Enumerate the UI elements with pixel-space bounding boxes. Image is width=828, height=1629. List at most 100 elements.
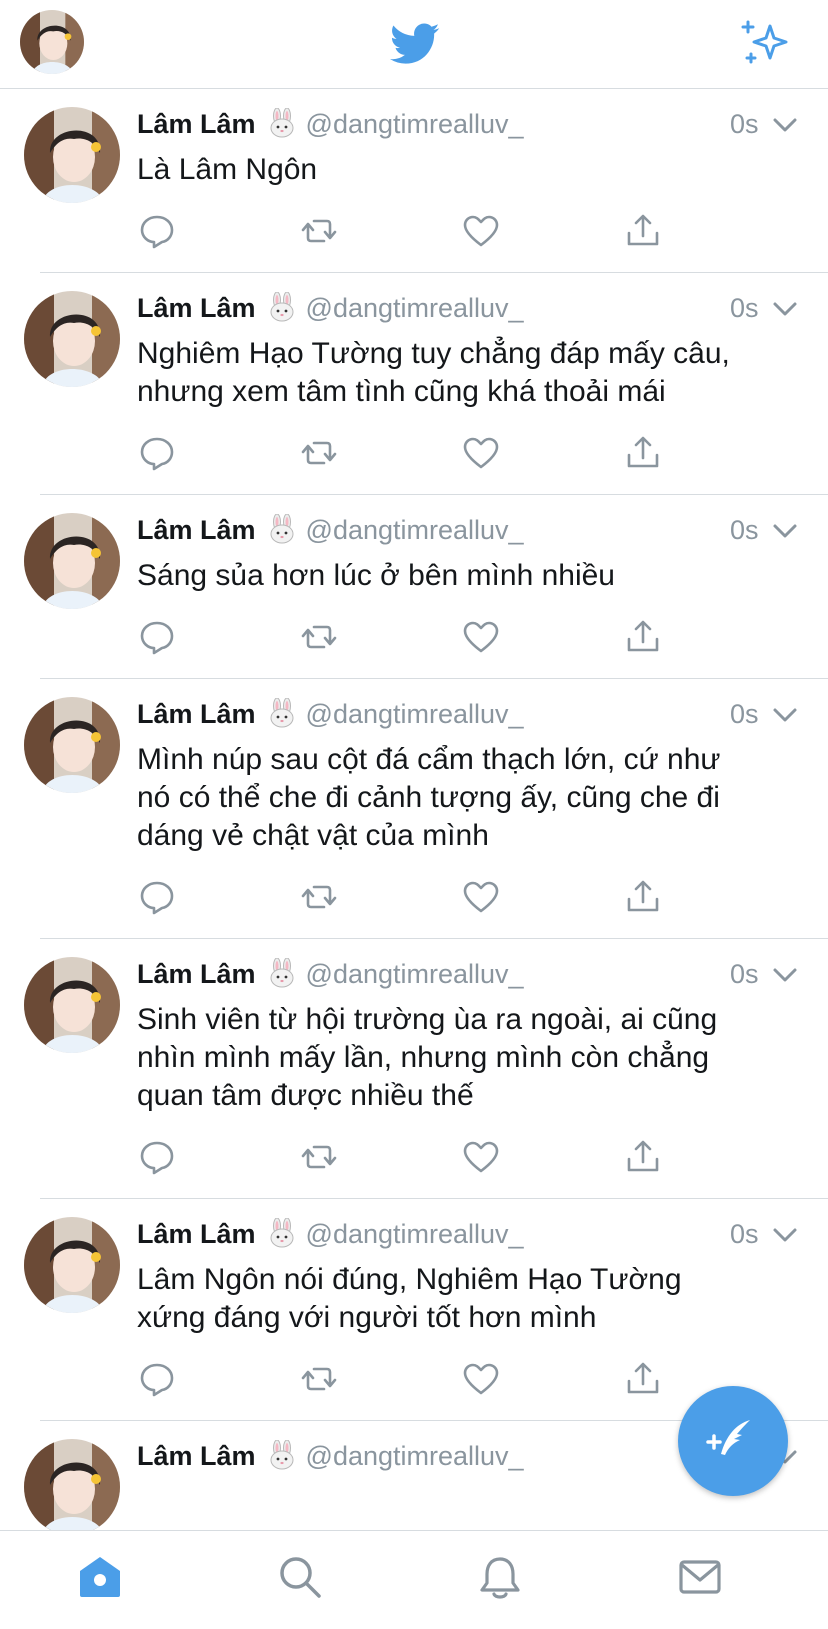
tweet-text-line: nhưng xem tâm tình cũng khá thoải mái [137, 375, 666, 408]
author-avatar[interactable] [24, 1217, 120, 1313]
author-handle[interactable]: @dangtimrealluv_ [306, 959, 524, 989]
author-handle[interactable]: @dangtimrealluv_ [306, 515, 524, 545]
author-avatar[interactable] [24, 697, 120, 793]
tweet-text-line: Là Lâm Ngôn [137, 153, 318, 186]
sparkle-icon[interactable] [740, 18, 790, 68]
author-name[interactable]: Lâm Lâm [137, 1441, 256, 1471]
tweet-header: Lâm Lâm @dangtimrealluv_ [137, 1217, 787, 1251]
tweet-actions [137, 1137, 697, 1177]
chevron-down-icon[interactable] [772, 705, 798, 725]
tweet-timestamp: 0s [730, 699, 759, 729]
bunny-face-emoji [266, 291, 298, 322]
share-icon[interactable] [623, 1137, 663, 1177]
retweet-icon[interactable] [299, 1137, 339, 1177]
reply-icon[interactable] [137, 1359, 177, 1399]
retweet-icon[interactable] [299, 1359, 339, 1399]
tweet[interactable]: Lâm Lâm @dangtimrealluv_ 0s Mình núp sau cộ… [0, 679, 828, 939]
like-icon[interactable] [461, 211, 501, 251]
chevron-down-icon[interactable] [772, 1225, 798, 1245]
author-handle[interactable]: @dangtimrealluv_ [306, 1219, 524, 1249]
share-icon[interactable] [623, 433, 663, 473]
timeline-feed: Lâm Lâm @dangtimrealluv_ 0s Là Lâm Ngôn Lâm … [0, 89, 828, 1530]
tweet-actions [137, 617, 697, 657]
author-name[interactable]: Lâm Lâm [137, 293, 256, 323]
like-icon[interactable] [461, 1137, 501, 1177]
share-icon[interactable] [623, 617, 663, 657]
twitter-bird-icon[interactable] [386, 18, 444, 68]
author-handle[interactable]: @dangtimrealluv_ [306, 109, 524, 139]
tweet-text: Sáng sủa hơn lúc ở bên mình nhiều [137, 557, 797, 595]
reply-icon[interactable] [137, 1137, 177, 1177]
tweet[interactable]: Lâm Lâm @dangtimrealluv_ 0s Lâm Ngôn nói đú… [0, 1199, 828, 1421]
tweet-text-line: nhìn mình mấy lần, nhưng mình còn chẳng [137, 1041, 710, 1074]
tweet-actions [137, 877, 697, 917]
retweet-icon[interactable] [299, 617, 339, 657]
tweet-actions [137, 211, 697, 251]
share-icon[interactable] [623, 1359, 663, 1399]
top-bar [0, 0, 828, 89]
chevron-down-icon[interactable] [772, 115, 798, 135]
bunny-face-emoji [266, 1439, 298, 1470]
notifications-icon[interactable] [476, 1553, 524, 1601]
reply-icon[interactable] [137, 211, 177, 251]
tweet-actions [137, 1359, 697, 1399]
tweet-text-line: Nghiêm Hạo Tường tuy chẳng đáp mấy câu, [137, 337, 730, 370]
tweet-timestamp: 0s [730, 1219, 759, 1249]
author-handle[interactable]: @dangtimrealluv_ [306, 1441, 524, 1471]
compose-tweet-button[interactable] [678, 1386, 788, 1496]
author-name[interactable]: Lâm Lâm [137, 515, 256, 545]
tweet-text: Mình núp sau cột đá cẩm thạch lớn, cứ nh… [137, 741, 797, 855]
tweet-header: Lâm Lâm @dangtimrealluv_ [137, 291, 787, 325]
author-avatar[interactable] [24, 291, 120, 387]
author-name[interactable]: Lâm Lâm [137, 1219, 256, 1249]
reply-icon[interactable] [137, 433, 177, 473]
share-icon[interactable] [623, 877, 663, 917]
tweet-text-line: quan tâm được nhiều thế [137, 1079, 474, 1112]
tweet-text: Lâm Ngôn nói đúng, Nghiêm Hạo Tường xứng … [137, 1261, 797, 1337]
author-handle[interactable]: @dangtimrealluv_ [306, 699, 524, 729]
bunny-face-emoji [266, 957, 298, 988]
tweet[interactable]: Lâm Lâm @dangtimrealluv_ 0s Nghiêm Hạo Tườn… [0, 273, 828, 495]
like-icon[interactable] [461, 1359, 501, 1399]
tweet-timestamp: 0s [730, 515, 759, 545]
chevron-down-icon[interactable] [772, 299, 798, 319]
tweet[interactable]: Lâm Lâm @dangtimrealluv_ 0s Là Lâm Ngôn [0, 89, 828, 273]
reply-icon[interactable] [137, 877, 177, 917]
author-avatar[interactable] [24, 957, 120, 1053]
tweet-text-line: dáng vẻ chật vật của mình [137, 819, 489, 852]
tweet-text-line: xứng đáng với người tốt hơn mình [137, 1301, 597, 1334]
share-icon[interactable] [623, 211, 663, 251]
tweet-header: Lâm Lâm @dangtimrealluv_ [137, 513, 787, 547]
tweet-text-line: Lâm Ngôn nói đúng, Nghiêm Hạo Tường [137, 1263, 682, 1296]
tweet-text: Sinh viên từ hội trường ùa ra ngoài, ai … [137, 1001, 797, 1115]
retweet-icon[interactable] [299, 877, 339, 917]
author-handle[interactable]: @dangtimrealluv_ [306, 293, 524, 323]
author-name[interactable]: Lâm Lâm [137, 109, 256, 139]
messages-icon[interactable] [676, 1553, 724, 1601]
like-icon[interactable] [461, 877, 501, 917]
tweet-header: Lâm Lâm @dangtimrealluv_ [137, 957, 787, 991]
profile-avatar[interactable] [20, 10, 84, 74]
tweet[interactable]: Lâm Lâm @dangtimrealluv_ 0s Sinh viên từ hộ… [0, 939, 828, 1199]
author-avatar[interactable] [24, 513, 120, 609]
home-icon[interactable] [76, 1553, 124, 1601]
tweet[interactable]: Lâm Lâm @dangtimrealluv_ 0s Sáng sủa hơn lú… [0, 495, 828, 679]
author-avatar[interactable] [24, 1439, 120, 1530]
like-icon[interactable] [461, 433, 501, 473]
chevron-down-icon[interactable] [772, 521, 798, 541]
author-avatar[interactable] [24, 107, 120, 203]
author-name[interactable]: Lâm Lâm [137, 959, 256, 989]
tweet-timestamp: 0s [730, 959, 759, 989]
like-icon[interactable] [461, 617, 501, 657]
tweet-header: Lâm Lâm @dangtimrealluv_ [137, 107, 787, 141]
tweet-text: Nghiêm Hạo Tường tuy chẳng đáp mấy câu, n… [137, 335, 797, 411]
compose-tweet-icon [706, 1420, 750, 1455]
author-name[interactable]: Lâm Lâm [137, 699, 256, 729]
reply-icon[interactable] [137, 617, 177, 657]
retweet-icon[interactable] [299, 211, 339, 251]
bunny-face-emoji [266, 107, 298, 138]
search-icon[interactable] [276, 1553, 324, 1601]
chevron-down-icon[interactable] [772, 965, 798, 985]
retweet-icon[interactable] [299, 433, 339, 473]
tweet-actions [137, 433, 697, 473]
